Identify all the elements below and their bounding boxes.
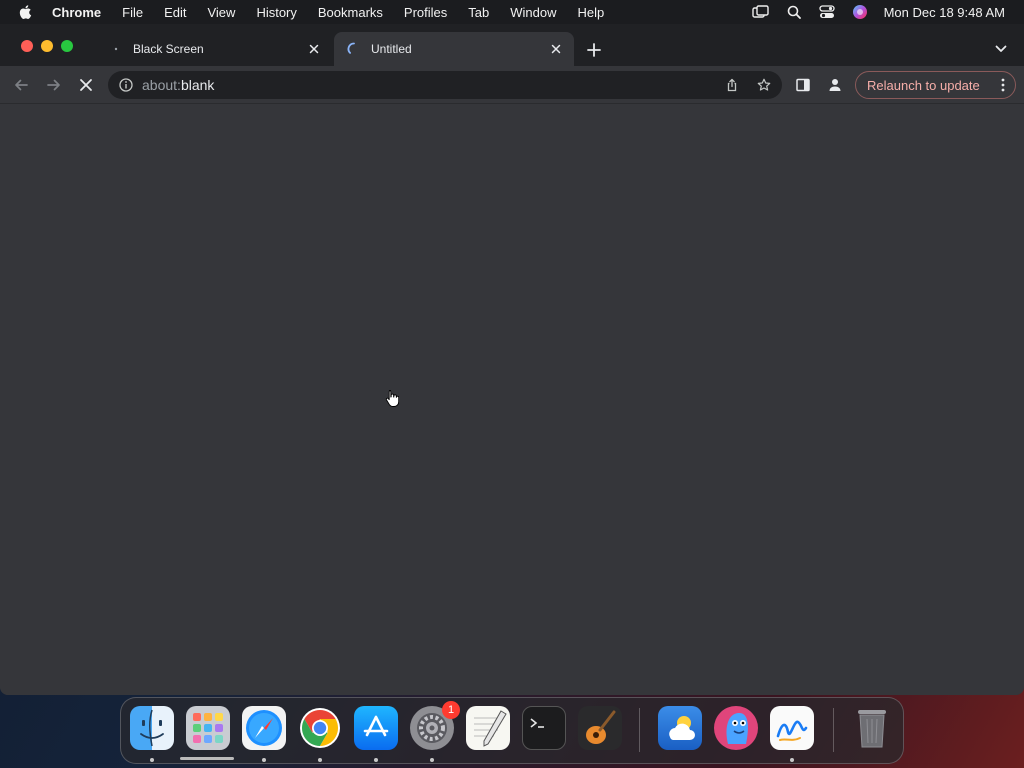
dock-app-store-icon[interactable] [354,706,398,750]
back-arrow-icon[interactable] [12,76,30,94]
menu-bookmarks[interactable]: Bookmarks [318,5,383,20]
tab-favicon-icon [108,41,124,57]
menu-profiles[interactable]: Profiles [404,5,447,20]
control-center-icon[interactable] [818,3,836,21]
close-tab-icon[interactable] [548,41,564,57]
tab-title: Black Screen [133,42,204,56]
bookmark-star-icon[interactable] [757,78,771,92]
page-content-blank[interactable] [0,104,1024,695]
browser-window: Black Screen Untitled about:blank Relaun… [0,24,1024,695]
notification-badge: 1 [442,701,460,719]
tab-untitled[interactable]: Untitled [334,32,574,66]
dock-mascot-app-icon[interactable] [714,706,758,750]
dock-terminal-icon[interactable] [522,706,566,750]
running-indicator [790,758,794,762]
dock-separator [833,708,834,752]
running-indicator [262,758,266,762]
url-host: blank [180,77,215,93]
dock-garageband-icon[interactable] [578,706,622,750]
dock-finder-icon[interactable] [130,706,174,750]
zoom-window-button[interactable] [61,40,73,52]
new-tab-icon[interactable] [585,41,603,59]
running-indicator [318,758,322,762]
running-indicator [150,758,154,762]
spotlight-search-icon[interactable] [785,3,803,21]
tab-strip: Black Screen Untitled [0,24,1024,66]
siri-icon[interactable] [851,3,869,21]
dock: 1 [120,697,904,764]
dock-weather-icon[interactable] [658,706,702,750]
dock-launchpad-indicator [180,757,234,760]
menu-window[interactable]: Window [510,5,556,20]
dock-freeform-icon[interactable] [770,706,814,750]
profile-avatar-icon[interactable] [826,76,844,94]
loading-spinner-icon [346,41,362,57]
url-text[interactable]: about:blank [142,77,214,93]
dock-safari-icon[interactable] [242,706,286,750]
minimize-window-button[interactable] [41,40,53,52]
relaunch-label: Relaunch to update [867,77,980,93]
dock-system-settings-icon[interactable]: 1 [410,701,460,750]
tab-search-chevron-icon[interactable] [994,42,1008,56]
screen-mirroring-icon[interactable] [751,3,770,21]
menu-tab[interactable]: Tab [468,5,489,20]
relaunch-to-update-button[interactable]: Relaunch to update [855,71,1016,99]
close-window-button[interactable] [21,40,33,52]
menubar-clock[interactable]: Mon Dec 18 9:48 AM [884,5,1005,20]
apple-menu-icon[interactable] [18,4,34,20]
running-indicator [430,758,434,762]
close-tab-icon[interactable] [306,41,322,57]
running-indicator [374,758,378,762]
side-panel-icon[interactable] [794,76,812,94]
site-info-icon[interactable] [119,78,133,92]
tab-black-screen[interactable]: Black Screen [96,32,332,66]
hand-pointer-cursor-icon [385,390,399,407]
dock-chrome-icon[interactable] [298,706,342,750]
menu-view[interactable]: View [207,5,235,20]
address-bar[interactable]: about:blank [108,71,782,99]
dock-trash-icon[interactable] [850,706,894,750]
status-area: Mon Dec 18 9:48 AM [751,0,1024,24]
tab-title: Untitled [371,42,412,56]
share-icon[interactable] [725,78,739,92]
forward-arrow-icon[interactable] [45,76,63,94]
more-menu-icon[interactable] [1001,78,1005,92]
menu-history[interactable]: History [256,5,296,20]
menu-edit[interactable]: Edit [164,5,186,20]
menu-app-name[interactable]: Chrome [52,5,101,20]
dock-separator [639,708,640,752]
url-scheme: about: [142,77,181,93]
dock-launchpad-icon[interactable] [186,706,230,750]
dock-textedit-icon[interactable] [466,706,510,750]
stop-loading-icon[interactable] [77,76,95,94]
browser-toolbar: about:blank Relaunch to update [0,66,1024,104]
menu-file[interactable]: File [122,5,143,20]
menu-help[interactable]: Help [578,5,605,20]
menu-bar: Chrome File Edit View History Bookmarks … [0,0,1024,24]
